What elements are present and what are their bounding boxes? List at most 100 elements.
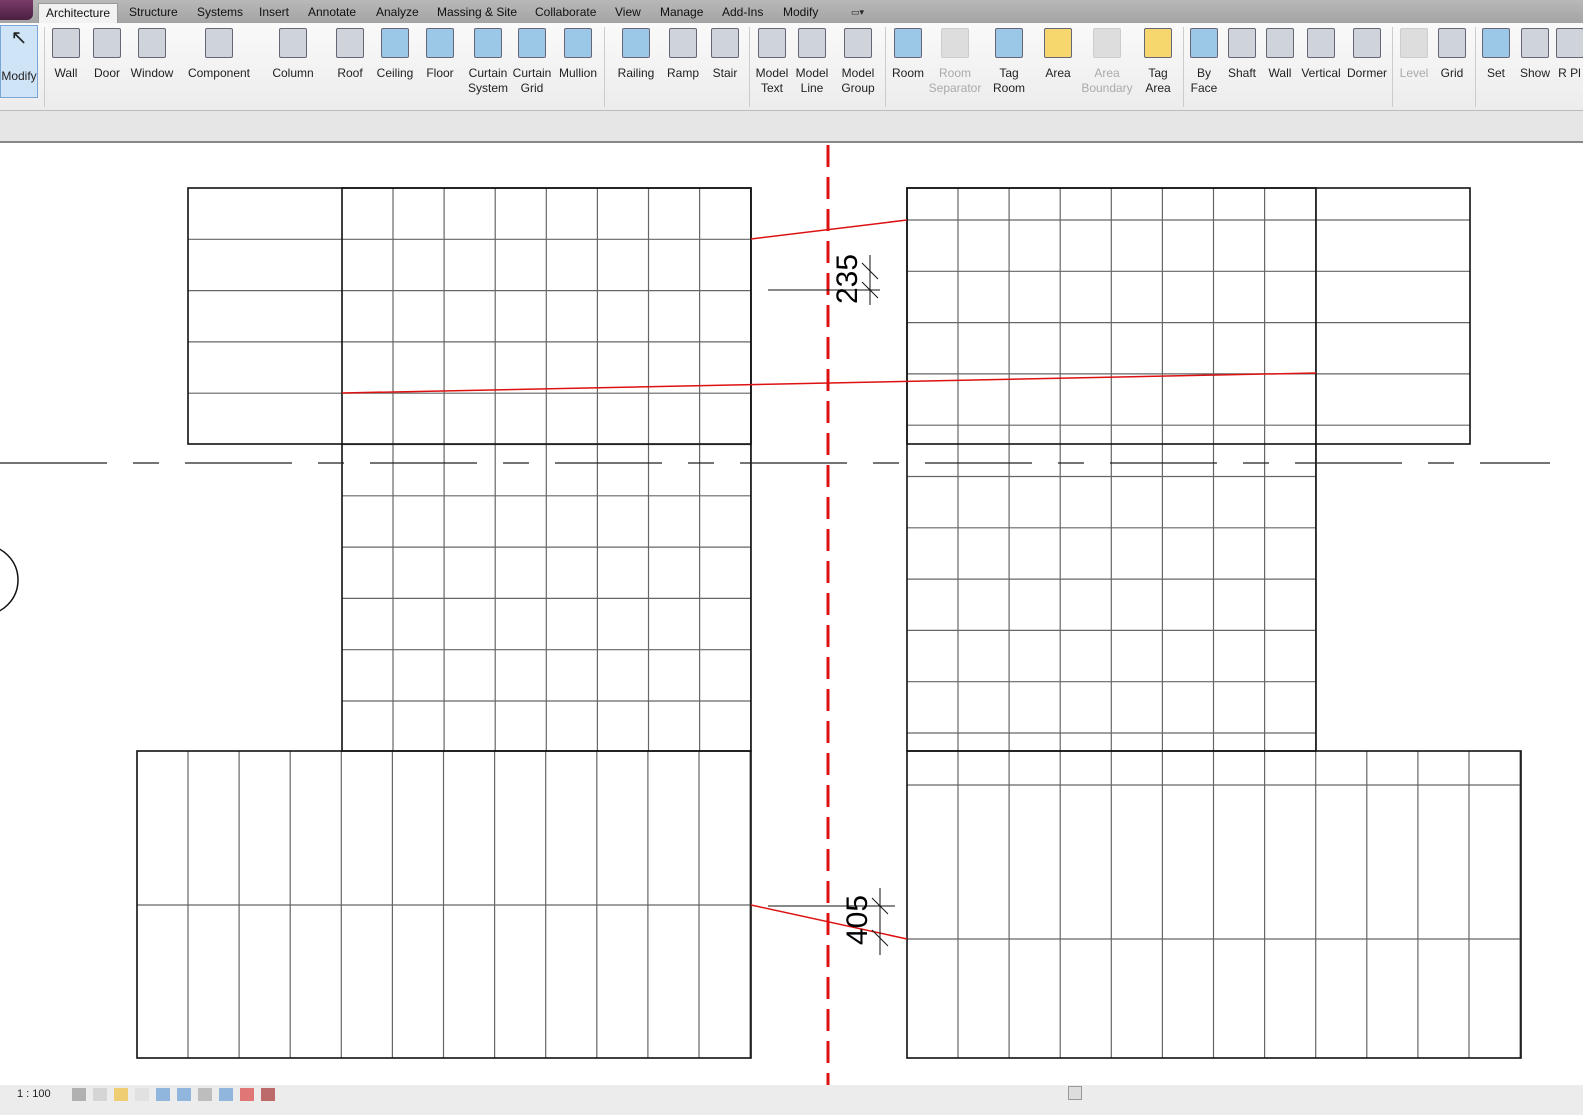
view-control-icon-2[interactable] xyxy=(114,1088,128,1101)
ribbon-button-shaft[interactable]: Shaft xyxy=(1222,23,1262,81)
view-control-icon-8[interactable] xyxy=(240,1088,254,1101)
cursor-icon: ↖ xyxy=(10,27,28,49)
ribbon-button-curtain-system[interactable]: Curtain System xyxy=(465,23,511,96)
ribbon-button-label: Vertical xyxy=(1301,66,1341,80)
wall-icon xyxy=(52,28,80,58)
tab-architecture[interactable]: Architecture xyxy=(38,3,119,23)
view-control-icon-1[interactable] xyxy=(93,1088,107,1101)
ribbon-button-mullion[interactable]: Mullion xyxy=(555,23,601,81)
area-icon xyxy=(1044,28,1072,58)
wall-right-top[interactable] xyxy=(906,187,1471,445)
ribbon-button-column[interactable]: Column xyxy=(268,23,318,81)
ribbon-button-roof[interactable]: Roof xyxy=(330,23,370,81)
ribbon-button-floor[interactable]: Floor xyxy=(420,23,460,81)
ribbon-button-tag-room[interactable]: Tag Room xyxy=(986,23,1032,96)
ribbon-button-curtain-grid[interactable]: Curtain Grid xyxy=(511,23,553,96)
ribbon-button-label: Level xyxy=(1399,66,1429,80)
ribbon-button-stair[interactable]: Stair xyxy=(705,23,745,81)
view-control-icon-7[interactable] xyxy=(219,1088,233,1101)
model-text-icon xyxy=(758,28,786,58)
ribbon-minimize-toggle[interactable]: ▭▾ xyxy=(851,7,873,17)
ribbon-button-model-text[interactable]: Model Text xyxy=(752,23,792,96)
view-control-icon-6[interactable] xyxy=(198,1088,212,1101)
ribbon-button-label: Mullion xyxy=(558,66,597,80)
room-icon xyxy=(894,28,922,58)
ribbon-button-label: Model Line xyxy=(795,66,829,95)
view-control-icon-5[interactable] xyxy=(177,1088,191,1101)
tab-manage[interactable]: Manage xyxy=(660,5,703,19)
ribbon-button-room-separator[interactable]: Room Separator xyxy=(926,23,984,96)
application-menu-button[interactable] xyxy=(0,0,33,20)
panel-divider xyxy=(1475,27,1476,107)
ribbon-button-label: Floor xyxy=(426,66,454,80)
ribbon-button-area[interactable]: Area xyxy=(1036,23,1080,81)
ribbon-button-label: Curtain System xyxy=(467,66,508,95)
ribbon-button-tag-area[interactable]: Tag Area xyxy=(1136,23,1180,96)
ribbon-button-label: Wall xyxy=(1268,66,1292,80)
tab-analyze[interactable]: Analyze xyxy=(376,5,419,19)
ribbon-button-label: Ceiling xyxy=(376,66,414,80)
ribbon-button-vertical[interactable]: Vertical xyxy=(1298,23,1344,81)
tab-systems[interactable]: Systems xyxy=(197,5,243,19)
horizontal-scrollbar-thumb[interactable] xyxy=(1068,1086,1082,1100)
ribbon-button-modify[interactable]: ↖ Modify xyxy=(0,25,38,98)
tab-massing-site[interactable]: Massing & Site xyxy=(437,5,517,19)
ribbon-button-set[interactable]: Set xyxy=(1478,23,1514,81)
ribbon-button-ramp[interactable]: Ramp xyxy=(662,23,704,81)
view-control-icon-3[interactable] xyxy=(135,1088,149,1101)
ribbon-button-door[interactable]: Door xyxy=(88,23,126,81)
tab-view[interactable]: View xyxy=(615,5,641,19)
dimension-text-235[interactable]: 235 xyxy=(831,254,864,304)
options-bar xyxy=(0,111,1583,143)
ribbon-button-window[interactable]: Window xyxy=(127,23,177,81)
view-scale[interactable]: 1 : 100 xyxy=(17,1088,51,1100)
panel-divider xyxy=(1392,27,1393,107)
show-icon xyxy=(1521,28,1549,58)
tab-insert[interactable]: Insert xyxy=(259,5,289,19)
view-control-icon-4[interactable] xyxy=(156,1088,170,1101)
ribbon-button-wall[interactable]: Wall xyxy=(48,23,84,81)
ribbon-button-room[interactable]: Room xyxy=(888,23,928,81)
ribbon-button-model-line[interactable]: Model Line xyxy=(792,23,832,96)
tab-modify[interactable]: Modify xyxy=(783,5,818,19)
ribbon-button-grid[interactable]: Grid xyxy=(1432,23,1472,81)
elevation-marker[interactable] xyxy=(0,545,19,615)
wall-left-top[interactable] xyxy=(187,187,752,445)
model-line-icon xyxy=(798,28,826,58)
tab-structure[interactable]: Structure xyxy=(129,5,178,19)
ribbon-button-by-face[interactable]: By Face xyxy=(1186,23,1222,96)
component-icon xyxy=(205,28,233,58)
ribbon-button-component[interactable]: Component xyxy=(184,23,254,81)
opening-wall-icon xyxy=(1266,28,1294,58)
tab-add-ins[interactable]: Add-Ins xyxy=(722,5,763,19)
dimension-text-405[interactable]: 405 xyxy=(841,895,874,945)
ribbon-button-label: Area xyxy=(1045,66,1071,80)
ribbon-button-show[interactable]: Show xyxy=(1514,23,1556,81)
drawing-canvas[interactable]: 235 405 xyxy=(0,145,1583,1085)
ribbon-button-ceiling[interactable]: Ceiling xyxy=(372,23,418,81)
ribbon-button-model-group[interactable]: Model Group xyxy=(834,23,882,96)
view-control-icon-9[interactable] xyxy=(261,1088,275,1101)
ribbon-button-label: Roof xyxy=(337,66,363,80)
ribbon-button-label: Railing xyxy=(617,66,655,80)
view-control-bar: 1 : 100 xyxy=(0,1085,1583,1115)
ribbon-button-level[interactable]: Level xyxy=(1396,23,1432,81)
tab-collaborate[interactable]: Collaborate xyxy=(535,5,596,19)
ribbon-button-wall[interactable]: Wall xyxy=(1262,23,1298,81)
panel-divider xyxy=(604,27,605,107)
ribbon-button-label: Room xyxy=(891,66,924,80)
tab-annotate[interactable]: Annotate xyxy=(308,5,356,19)
ribbon-button-label: Area Boundary xyxy=(1081,66,1133,95)
ribbon-button-label: Show xyxy=(1519,66,1551,80)
vertical-icon xyxy=(1307,28,1335,58)
ribbon-button-dormer[interactable]: Dormer xyxy=(1344,23,1390,81)
ref-plane-icon xyxy=(1556,28,1583,58)
ribbon-button-area-boundary[interactable]: Area Boundary xyxy=(1080,23,1134,96)
ribbon-button-railing[interactable]: Railing xyxy=(613,23,659,81)
panel-divider xyxy=(885,27,886,107)
shaft-icon xyxy=(1228,28,1256,58)
view-control-icon-0[interactable] xyxy=(72,1088,86,1101)
ribbon-button-label: Stair xyxy=(712,66,738,80)
ribbon-button-r-pl[interactable]: R Pl xyxy=(1556,23,1583,81)
grid-icon xyxy=(1438,28,1466,58)
